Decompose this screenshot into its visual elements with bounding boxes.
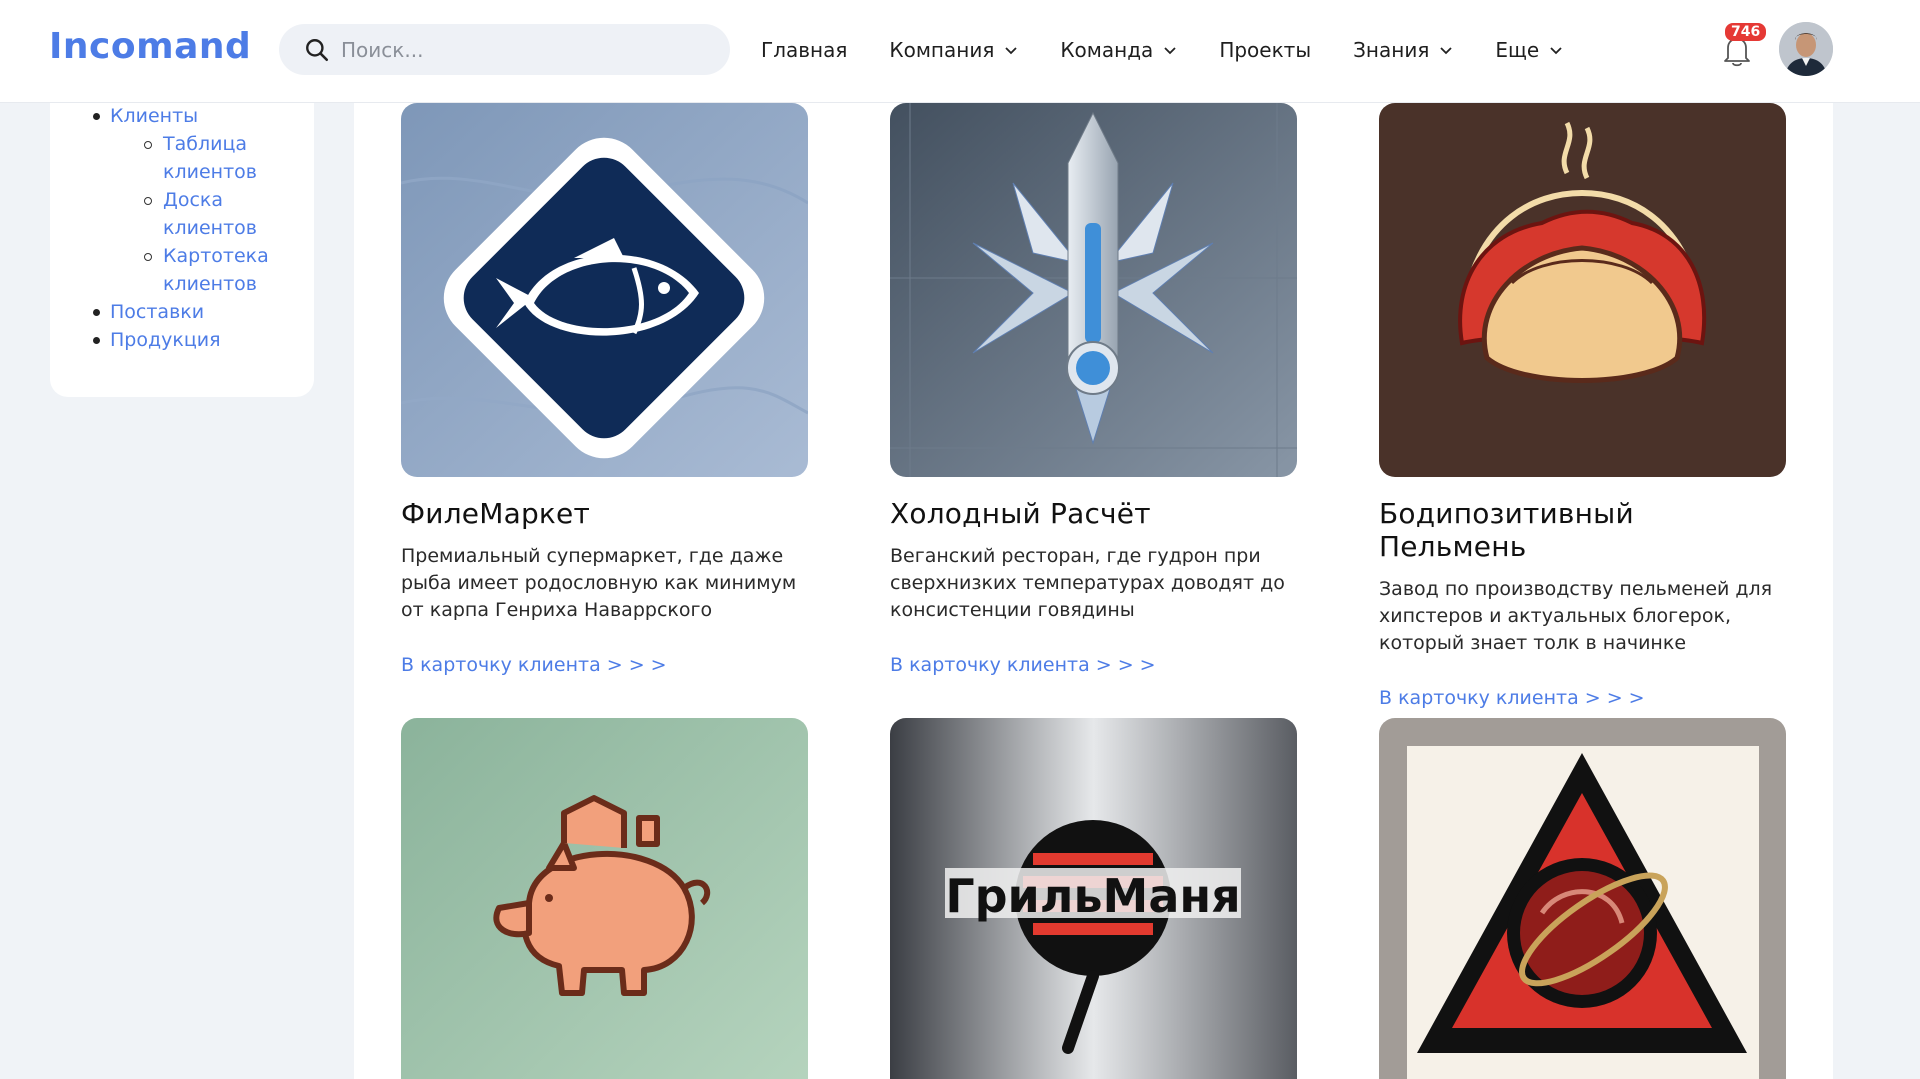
search-input[interactable]: [341, 24, 711, 75]
thermometer-logo-icon[interactable]: [890, 103, 1297, 477]
nav-projects[interactable]: Проекты: [1219, 38, 1311, 62]
grill-logo-text: ГрильМаня: [945, 869, 1240, 923]
chevron-down-icon: [1164, 47, 1176, 55]
sidebar-link-clients[interactable]: Клиенты: [110, 105, 198, 127]
sidebar-link-products[interactable]: Продукция: [110, 329, 221, 351]
search-icon: [306, 39, 329, 62]
fish-logo-icon[interactable]: [401, 103, 808, 477]
sidebar-item-supplies: Поставки: [93, 298, 273, 326]
nav-more-label: Еще: [1495, 38, 1540, 62]
client-card-link[interactable]: В карточку клиента > > >: [890, 654, 1297, 676]
sidebar-subtree: Таблица клиентов Доска клиентов Картотек…: [144, 130, 273, 298]
sidebar-panel: Клиенты Таблица клиентов Доска клиентов …: [50, 60, 314, 397]
bullet: [93, 113, 100, 120]
client-description: Премиальный супермаркет, где даже рыба и…: [401, 545, 797, 621]
pig-logo-icon[interactable]: [401, 718, 808, 1079]
nav-home-label: Главная: [761, 38, 848, 62]
notifications-badge: 746: [1725, 23, 1767, 41]
sidebar-link-supplies[interactable]: Поставки: [110, 301, 204, 323]
client-card: Холодный Расчёт Веганский ресторан, где …: [890, 103, 1297, 676]
user-avatar[interactable]: [1779, 22, 1833, 76]
client-card: [1379, 718, 1786, 1079]
bullet: [144, 141, 152, 149]
nav-knowledge-label: Знания: [1353, 38, 1430, 62]
nav-more[interactable]: Еще: [1495, 38, 1563, 62]
nav-knowledge[interactable]: Знания: [1353, 38, 1453, 62]
sidebar-link-clients-board[interactable]: Доска клиентов: [163, 189, 257, 239]
client-title: Бодипозитивный Пельмень: [1379, 497, 1634, 563]
client-card: ГрильМаня: [890, 718, 1297, 1079]
sidebar-item-clients: Клиенты Таблица клиентов Доска клиентов …: [93, 102, 273, 298]
client-card-link[interactable]: В карточку клиента > > >: [1379, 687, 1786, 709]
client-description: Завод по производству пельменей для хипс…: [1379, 578, 1773, 654]
sidebar-link-clients-catalog[interactable]: Картотека клиентов: [163, 245, 269, 295]
sidebar-item-clients-table: Таблица клиентов: [144, 130, 273, 186]
top-header: Incomand Главная Компания Команда Проект…: [0, 0, 1920, 103]
search-bar[interactable]: [279, 24, 730, 75]
client-card: [401, 718, 808, 1079]
nav-home[interactable]: Главная: [761, 38, 847, 62]
bullet: [93, 309, 100, 316]
bullet: [144, 253, 152, 261]
sidebar-link-clients-table[interactable]: Таблица клиентов: [163, 133, 257, 183]
grill-logo-icon[interactable]: ГрильМаня: [890, 718, 1297, 1079]
chevron-down-icon: [1550, 47, 1562, 55]
client-card: ФилеМаркет Премиальный супермаркет, где …: [401, 103, 808, 676]
main-nav: Главная Компания Команда Проекты Знания …: [761, 0, 1605, 100]
client-title: Холодный Расчёт: [890, 497, 1151, 530]
nav-company-label: Компания: [889, 38, 995, 62]
client-card: Бодипозитивный Пельмень Завод по произво…: [1379, 103, 1786, 709]
chevron-down-icon: [1005, 47, 1017, 55]
nav-projects-label: Проекты: [1219, 38, 1312, 62]
dumpling-logo-icon[interactable]: [1379, 103, 1786, 477]
main-content: ФилеМаркет Премиальный супермаркет, где …: [354, 0, 1833, 1079]
bullet: [93, 337, 100, 344]
meat-triangle-logo-icon[interactable]: [1379, 718, 1786, 1079]
chevron-down-icon: [1440, 47, 1453, 55]
client-title: ФилеМаркет: [401, 497, 590, 530]
nav-company[interactable]: Компания: [889, 38, 1018, 62]
bullet: [144, 197, 152, 205]
sidebar-item-clients-board: Доска клиентов: [144, 186, 273, 242]
sidebar-item-products: Продукция: [93, 326, 273, 354]
app-logo[interactable]: Incomand: [49, 26, 251, 67]
sidebar-item-clients-catalog: Картотека клиентов: [144, 242, 273, 298]
sidebar-tree: Клиенты Таблица клиентов Доска клиентов …: [93, 102, 273, 354]
nav-team[interactable]: Команда: [1060, 38, 1177, 62]
client-card-link[interactable]: В карточку клиента > > >: [401, 654, 808, 676]
nav-team-label: Команда: [1060, 38, 1154, 62]
client-description: Веганский ресторан, где гудрон при сверх…: [890, 545, 1285, 621]
